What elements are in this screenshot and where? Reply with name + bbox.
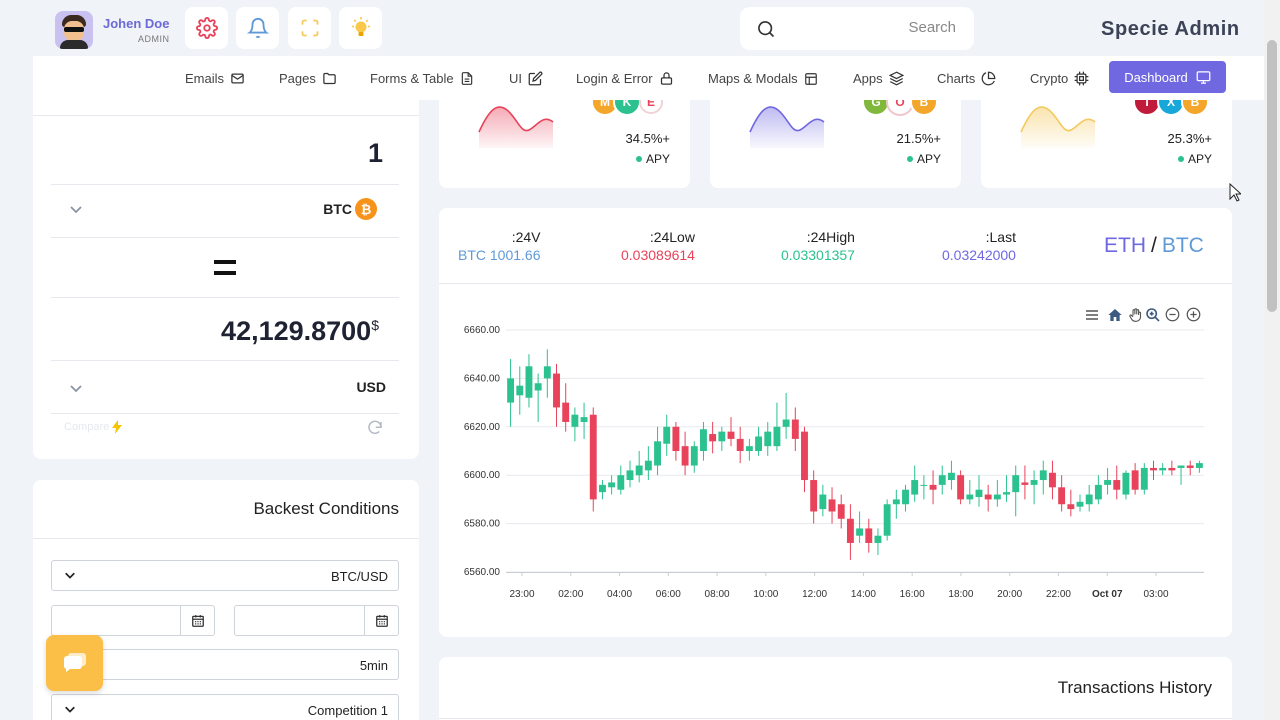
stat-card-1: M K E 34.5%+ APY	[439, 100, 690, 188]
apy-percent: 21.5%+	[896, 131, 941, 146]
layers-icon	[888, 71, 904, 86]
nav-item-apps[interactable]: Apps	[853, 71, 904, 86]
chat-icon	[64, 653, 86, 672]
sparkline-chart	[749, 106, 825, 148]
home-icon[interactable]	[1107, 307, 1123, 323]
ticker-high: :24High 0.03301357	[781, 229, 855, 263]
transactions-card: Transactions History	[439, 657, 1232, 720]
lightning-icon	[112, 420, 123, 434]
sparkline-chart	[478, 106, 554, 148]
monitor-icon	[1196, 70, 1211, 84]
nav-item-maps-modals[interactable]: Maps & Modals	[708, 71, 818, 86]
zoom-out-icon[interactable]	[1165, 307, 1180, 322]
nav-item-forms-table[interactable]: Forms & Table	[370, 71, 474, 86]
lock-icon	[660, 72, 672, 85]
user-profile[interactable]: Johen Doe ADMIN	[55, 11, 169, 49]
bell-icon	[246, 18, 269, 39]
backtest-title: Backest Conditions	[253, 499, 399, 518]
layout-icon	[804, 72, 817, 85]
folder-icon	[323, 72, 336, 85]
pie-chart-icon	[981, 71, 996, 86]
calendar-button[interactable]	[180, 606, 214, 635]
pan-icon[interactable]	[1128, 307, 1143, 323]
fullscreen-button[interactable]	[288, 7, 331, 49]
user-name: Johen Doe	[103, 15, 170, 31]
converter-card: 1 BTC ₿ 42,129.8700$ USD Compare	[33, 100, 419, 459]
stat-card-2: G O B 21.5%+ APY	[710, 100, 961, 188]
date-from-input[interactable]	[51, 605, 215, 636]
menu-icon[interactable]	[1084, 307, 1100, 323]
ticker-low: :24Low 0.03089614	[621, 229, 695, 263]
sparkline-chart	[1020, 106, 1096, 148]
mouse-cursor-icon	[1229, 183, 1241, 202]
nav-item-ui[interactable]: UI	[509, 71, 543, 86]
nav-item-dashboard[interactable]: Dashboard	[1109, 61, 1226, 93]
chevron-down-icon	[65, 706, 75, 713]
file-icon	[461, 72, 472, 85]
trading-pair: ETH / BTC	[1104, 234, 1204, 257]
date-to-input[interactable]	[234, 605, 399, 636]
cpu-icon	[1074, 71, 1089, 86]
coin-icon: E	[639, 100, 663, 114]
nav-item-login-error[interactable]: Login & Error	[576, 71, 674, 86]
calendar-icon	[191, 614, 204, 627]
notifications-button[interactable]	[236, 7, 279, 49]
chevron-down-icon	[65, 572, 75, 579]
zoom-in-icon[interactable]	[1145, 307, 1161, 323]
nav-item-charts[interactable]: Charts	[937, 71, 996, 86]
nav-item-crypto[interactable]: Crypto	[1030, 71, 1089, 86]
brand-title: Specie Admin	[1101, 18, 1240, 40]
edit-icon	[528, 71, 543, 86]
nav-item-pages[interactable]: Pages	[279, 71, 337, 86]
lightbulb-icon	[351, 17, 370, 36]
apy-percent: 25.3%+	[1167, 131, 1212, 146]
user-role: ADMIN	[137, 33, 170, 44]
apy-label: APY	[636, 152, 670, 166]
apy-label: APY	[1178, 152, 1212, 166]
coin-icon: B	[1181, 100, 1209, 116]
calendar-button[interactable]	[364, 606, 398, 635]
stat-card-3: T X B 25.3%+ APY	[981, 100, 1232, 188]
search-icon	[758, 21, 775, 38]
compare-link[interactable]: Compare	[64, 420, 123, 434]
theme-toggle-button[interactable]	[339, 7, 382, 49]
avatar[interactable]	[55, 11, 93, 49]
pair-select[interactable]: BTC/USD	[51, 560, 399, 591]
equals-icon	[214, 260, 236, 277]
coin-icon: K	[613, 100, 641, 116]
market-chart-card	[439, 208, 1232, 637]
to-currency-select[interactable]: USD	[356, 379, 386, 395]
from-currency-select[interactable]: BTC ₿	[323, 198, 377, 220]
mail-icon	[231, 73, 244, 84]
coin-icon: B	[910, 100, 938, 116]
competition-select[interactable]: Competition 1	[51, 694, 399, 720]
nav-item-emails[interactable]: Emails	[185, 71, 245, 86]
main-nav: Emails Pages Forms & Table UI Login & Er…	[33, 56, 1264, 100]
apy-percent: 34.5%+	[625, 131, 670, 146]
timeframe-select[interactable]: 5min	[51, 649, 399, 680]
search-input[interactable]	[806, 19, 956, 36]
calendar-icon	[375, 614, 388, 627]
refresh-icon[interactable]	[366, 419, 384, 437]
fullscreen-icon	[301, 19, 318, 37]
scrollbar-thumb[interactable]	[1267, 40, 1277, 312]
transactions-title: Transactions History	[1057, 678, 1212, 697]
chevron-down-icon[interactable]	[69, 383, 83, 393]
amount-value[interactable]: 1	[368, 138, 383, 169]
ticker-volume: :24V BTC 1001.66	[458, 229, 541, 263]
top-header: Johen Doe ADMIN Specie Admin	[0, 0, 1264, 56]
search-box[interactable]	[740, 7, 974, 50]
result-value: 42,129.8700$	[221, 316, 379, 346]
bitcoin-icon: ₿	[355, 198, 377, 220]
chevron-down-icon[interactable]	[69, 204, 83, 214]
chat-button[interactable]	[46, 635, 103, 691]
gear-icon	[195, 17, 218, 39]
ticker-last: :Last 0.03242000	[942, 229, 1016, 263]
zoom-reset-icon[interactable]	[1186, 307, 1201, 322]
settings-button[interactable]	[185, 7, 228, 49]
apy-label: APY	[907, 152, 941, 166]
